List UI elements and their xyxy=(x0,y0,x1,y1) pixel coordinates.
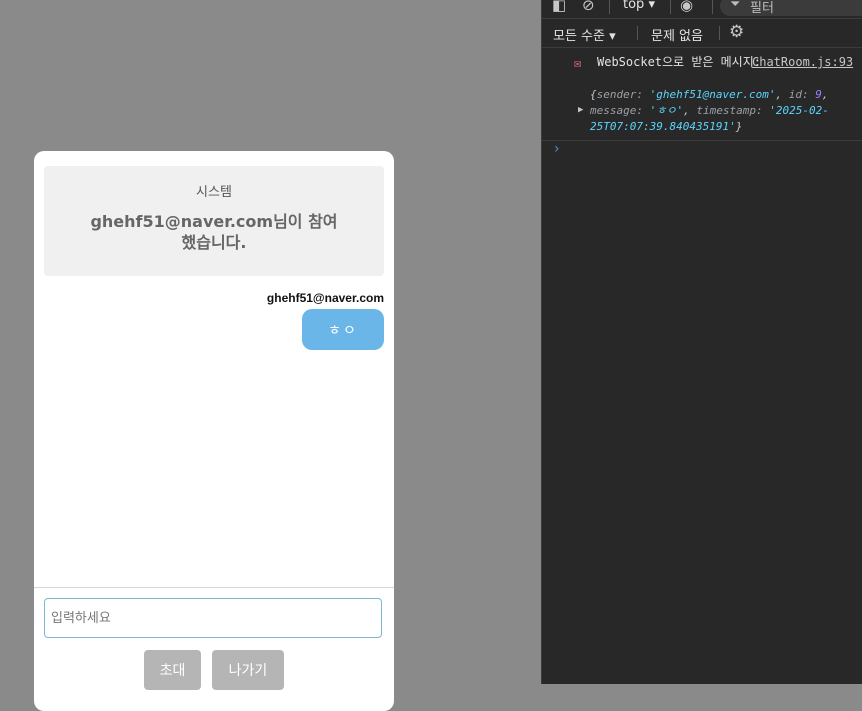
toolbar-separator xyxy=(670,0,671,14)
chat-room-modal: 시스템 ghehf51@naver.com님이 참여했습니다. ghehf51@… xyxy=(34,151,394,711)
clear-console-icon[interactable]: ⊘ xyxy=(582,0,595,14)
filter-placeholder: 필터 xyxy=(750,1,774,16)
expand-triangle-icon[interactable]: ▶ xyxy=(578,105,583,115)
console-log-entry: ✉ WebSocket으로 받은 메시지: ChatRoom.js:93 ▶ {… xyxy=(542,48,862,141)
gear-icon[interactable]: ⚙ xyxy=(729,22,744,42)
toolbar-separator xyxy=(712,0,713,14)
envelope-icon: ✉ xyxy=(574,56,582,70)
devtools-toolbar: ◧ ⊘ top ▾ ◉ ⏷ 필터 xyxy=(542,0,862,19)
toolbar-separator xyxy=(719,26,720,40)
system-message: 시스템 ghehf51@naver.com님이 참여했습니다. xyxy=(44,166,384,276)
divider xyxy=(34,587,394,588)
log-source-link[interactable]: ChatRoom.js:93 xyxy=(752,55,853,69)
leave-button[interactable]: 나가기 xyxy=(212,650,284,690)
issues-counter[interactable]: 문제 없음 xyxy=(651,25,703,44)
page-backdrop: 시스템 ghehf51@naver.com님이 참여했습니다. ghehf51@… xyxy=(0,0,541,711)
eye-icon[interactable]: ◉ xyxy=(680,0,693,14)
toolbar-separator xyxy=(637,26,638,40)
devtools-toolbar-secondary: 모든 수준 ▾ 문제 없음 ⚙ xyxy=(542,19,862,48)
message-bubble: ㅎㅇ xyxy=(302,309,384,350)
sidebar-toggle-icon[interactable]: ◧ xyxy=(552,0,566,14)
filter-input[interactable]: ⏷ 필터 xyxy=(720,0,862,16)
message-sender: ghehf51@naver.com xyxy=(266,291,384,305)
invite-button[interactable]: 초대 xyxy=(144,650,201,690)
system-sender-label: 시스템 xyxy=(196,185,232,200)
context-select[interactable]: top ▾ xyxy=(623,0,655,12)
message-input[interactable] xyxy=(44,598,382,638)
log-object[interactable]: {sender: 'ghehf51@naver.com', id: 9, mes… xyxy=(590,87,860,135)
toolbar-separator xyxy=(609,0,610,14)
log-level-select[interactable]: 모든 수준 ▾ xyxy=(553,25,616,44)
console-prompt[interactable]: › xyxy=(554,141,560,157)
system-message-text: ghehf51@naver.com님이 참여했습니다. xyxy=(90,212,338,252)
filter-icon: ⏷ xyxy=(730,0,741,12)
devtools-console-panel: ◧ ⊘ top ▾ ◉ ⏷ 필터 모든 수준 ▾ 문제 없음 ⚙ ✉ WebSo… xyxy=(541,0,862,684)
